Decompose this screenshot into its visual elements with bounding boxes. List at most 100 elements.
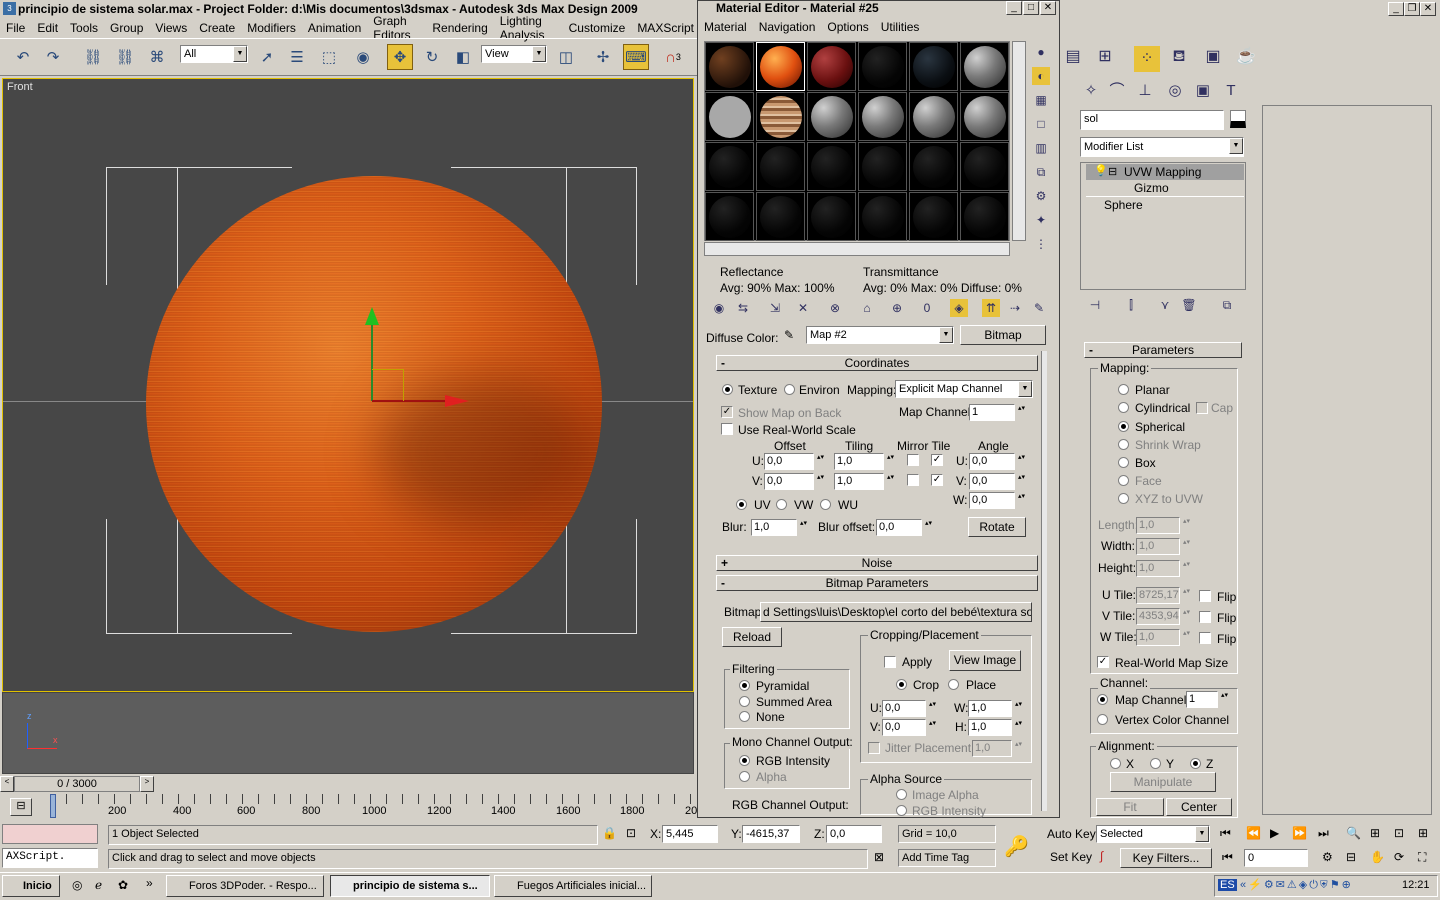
w-tile-spinner[interactable]: 1,0 — [1136, 629, 1191, 646]
time-tag-icon[interactable]: ⊠ — [874, 850, 884, 864]
show-end-result-icon[interactable]: ⫿ — [1122, 296, 1140, 314]
menu-group[interactable]: Group — [104, 21, 149, 35]
w-angle-spinner[interactable]: 0,0 — [969, 492, 1026, 509]
xyz-to-uvw-radio[interactable] — [1118, 493, 1129, 504]
make-preview-icon[interactable]: ⧉ — [1032, 163, 1050, 181]
crop-h-spinner[interactable]: 1,0 — [968, 719, 1023, 736]
quicklaunch-more-icon[interactable]: » — [146, 876, 153, 890]
menu-views[interactable]: Views — [149, 21, 193, 35]
absolute-mode-icon[interactable]: ⊡ — [626, 826, 636, 840]
sample-uv-tiling-icon[interactable]: □ — [1032, 115, 1050, 133]
pan-icon[interactable]: ✋ — [1370, 850, 1385, 864]
manipulate-icon[interactable]: ✢ — [590, 44, 616, 70]
rendered-frame-icon[interactable]: ▣ — [1204, 48, 1222, 66]
jitter-checkbox[interactable] — [868, 742, 880, 754]
reset-map-icon[interactable]: ✕ — [794, 299, 812, 317]
create-tab-icon[interactable]: ✧ — [1082, 82, 1100, 100]
v-offset-spinner[interactable]: 0,0 — [764, 473, 825, 490]
select-and-move-icon[interactable]: ✥ — [387, 44, 413, 70]
maximize-viewport-icon[interactable]: ⛶ — [1418, 850, 1426, 865]
unlink-icon[interactable]: ⛓ — [112, 44, 138, 70]
render-frame-icon[interactable]: ⛾ — [1170, 48, 1188, 66]
taskbar-item-firefox[interactable]: Foros 3DPoder. - Respo... — [166, 875, 324, 897]
coordinates-rollout-header[interactable]: - Coordinates — [716, 355, 1038, 371]
material-effects-icon[interactable]: ⊕ — [888, 299, 906, 317]
z-coordinate-field[interactable]: 0,0 — [826, 825, 882, 843]
options-icon[interactable]: ⚙ — [1032, 187, 1050, 205]
render-setup-icon[interactable]: ⊞ — [1096, 48, 1114, 66]
sample-slot[interactable] — [858, 92, 907, 141]
show-end-result-icon[interactable]: ◈ — [950, 299, 968, 317]
gizmo-y-arrow-icon[interactable] — [365, 307, 379, 325]
zoom-extents-all-icon[interactable]: ⊞ — [1418, 826, 1428, 840]
minimize-button[interactable]: _ — [1388, 2, 1404, 16]
sample-slot[interactable] — [909, 92, 958, 141]
sample-slot[interactable] — [756, 192, 805, 241]
collapse-icon[interactable]: ⊟ — [1108, 165, 1117, 178]
noise-rollout-header[interactable]: + Noise — [716, 555, 1038, 571]
time-slider[interactable]: 0 / 3000 — [14, 776, 140, 792]
jitter-spinner[interactable]: 1,0 — [972, 740, 1023, 757]
apply-checkbox[interactable] — [884, 656, 896, 668]
bitmap-params-rollout-header[interactable]: - Bitmap Parameters — [716, 575, 1038, 591]
gizmo-x-arrow-icon[interactable] — [445, 395, 469, 407]
menu-rendering[interactable]: Rendering — [426, 21, 493, 35]
modifier-list-dropdown[interactable]: Modifier List ▼ — [1080, 137, 1244, 157]
start-button[interactable]: Inicio — [2, 875, 60, 897]
select-and-rotate-icon[interactable]: ↻ — [419, 44, 445, 70]
menu-file[interactable]: File — [0, 21, 31, 35]
vw-radio[interactable] — [776, 499, 787, 510]
go-to-end-icon[interactable]: ⏭ — [1318, 826, 1329, 841]
remove-modifier-icon[interactable]: 🗑 — [1180, 296, 1198, 314]
slots-vertical-scrollbar[interactable] — [1012, 41, 1026, 241]
select-by-material-icon[interactable]: ✦ — [1032, 211, 1050, 229]
key-mode-dropdown[interactable]: Selected ▼ — [1096, 825, 1210, 843]
menu-customize[interactable]: Customize — [563, 21, 632, 35]
display-tab-icon[interactable]: ▣ — [1194, 82, 1212, 100]
select-by-name-icon[interactable]: ☰ — [284, 44, 310, 70]
auto-key-button[interactable]: Auto Key — [1047, 827, 1096, 841]
stack-item-gizmo[interactable]: Gizmo — [1134, 181, 1169, 195]
object-name-field[interactable]: sol — [1080, 110, 1224, 130]
sample-slot[interactable] — [858, 42, 907, 91]
pick-material-icon[interactable]: ✎ — [1030, 299, 1048, 317]
align-y-radio[interactable] — [1150, 758, 1161, 769]
menu-create[interactable]: Create — [193, 21, 241, 35]
map-channel-spinner[interactable]: 1 — [969, 404, 1026, 421]
u-flip-checkbox[interactable] — [1199, 590, 1211, 602]
modify-tab-icon[interactable]: ⌒ — [1108, 82, 1126, 100]
v-angle-spinner[interactable]: 0,0 — [969, 473, 1026, 490]
configure-sets-icon[interactable]: ⧉ — [1218, 296, 1236, 314]
sample-slot[interactable] — [960, 142, 1009, 191]
lock-icon[interactable]: 🔒 — [602, 826, 617, 840]
rgb-intensity-radio[interactable] — [739, 755, 750, 766]
sample-slot[interactable] — [858, 142, 907, 191]
sample-slot[interactable] — [756, 92, 805, 141]
bind-space-warp-icon[interactable]: ⌘ — [144, 44, 170, 70]
current-frame-field[interactable]: 0 — [1244, 849, 1308, 867]
blur-offset-spinner[interactable]: 0,0 — [876, 519, 933, 536]
sample-slot[interactable] — [909, 142, 958, 191]
tray-icons[interactable]: «⚡⚙✉⚠◈⏻⛨⚑⊕ — [1240, 878, 1353, 892]
window-crossing-icon[interactable]: ◉ — [350, 44, 376, 70]
place-radio[interactable] — [948, 679, 959, 690]
put-to-library-icon[interactable]: ⌂ — [858, 299, 876, 317]
crop-v-spinner[interactable]: 0,0 — [882, 719, 937, 736]
zoom-icon[interactable]: 🔍 — [1346, 826, 1361, 840]
sample-slot[interactable] — [960, 92, 1009, 141]
prev-frame-icon[interactable]: ⏪ — [1246, 826, 1261, 840]
none-radio[interactable] — [739, 711, 750, 722]
key-mode-toggle-icon[interactable]: ⏮ — [1222, 850, 1233, 865]
sample-type-icon[interactable]: ● — [1032, 43, 1050, 61]
w-flip-checkbox[interactable] — [1199, 632, 1211, 644]
height-spinner[interactable]: 1,0 — [1136, 560, 1191, 577]
u-offset-spinner[interactable]: 0,0 — [764, 453, 825, 470]
cylindrical-radio[interactable] — [1118, 402, 1129, 413]
spherical-radio[interactable] — [1118, 421, 1129, 432]
u-tile-spinner[interactable]: 8725,17 — [1136, 587, 1191, 604]
redo-icon[interactable]: ↷ — [40, 44, 66, 70]
time-next-button[interactable]: > — [140, 776, 154, 792]
orbit-icon[interactable]: ⟳ — [1394, 850, 1404, 864]
texture-radio[interactable] — [722, 384, 733, 395]
utilities-tab-icon[interactable]: T — [1222, 82, 1240, 100]
